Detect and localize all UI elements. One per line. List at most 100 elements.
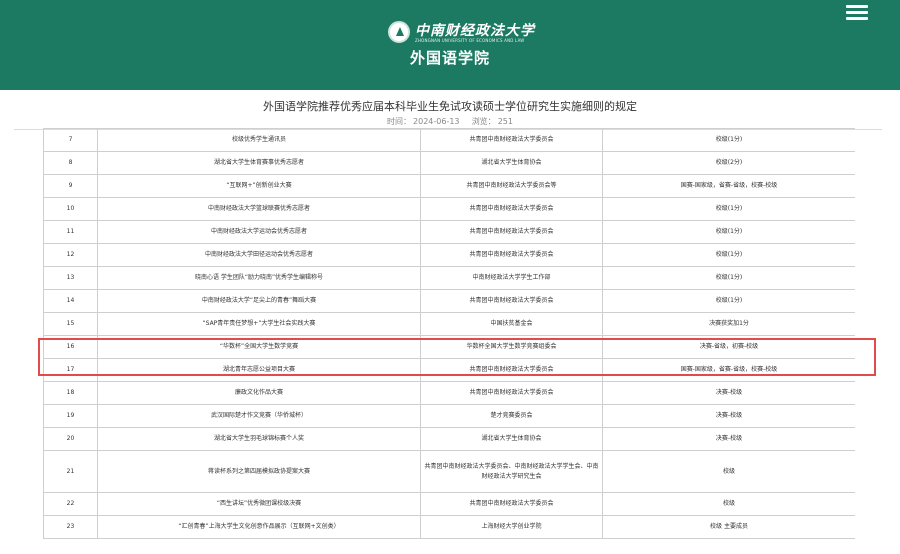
- views-label: 浏览：: [471, 117, 496, 126]
- level-cell: 决赛-校级: [602, 404, 855, 428]
- table-row: 20 湖北省大学生羽毛球锦标赛个人奖 湖北省大学生体育协会 决赛-校级: [43, 427, 855, 451]
- site-header: 中南财经政法大学 ZHONGNAN UNIVERSITY OF ECONOMIC…: [0, 0, 900, 90]
- award-name-cell: 晓南心语 学生团队“励力晓南”优秀学生编辑称号: [97, 266, 421, 290]
- table-row: 19 武汉国际楚才作文竞赛（华侨城杯） 楚才竞赛委员会 决赛-校级: [43, 404, 855, 428]
- level-cell: 决赛-校级: [602, 427, 855, 451]
- table-row: 12 中南财经政法大学田径运动会优秀志愿者 共青团中南财经政法大学委员会 校级(1分): [43, 243, 855, 267]
- organizer-cell: 共青团中南财经政法大学委员会: [420, 358, 603, 382]
- award-name-cell: 湖北省大学生羽毛球锦标赛个人奖: [97, 427, 421, 451]
- award-name-cell: “汇创青春”上海大学生文化创意作品展示（互联网+文创类）: [97, 515, 421, 539]
- organizer-cell: 湖北省大学生体育协会: [420, 427, 603, 451]
- level-cell: 校级(1分): [602, 128, 855, 152]
- row-number-cell: 18: [43, 381, 98, 405]
- row-number-cell: 15: [43, 312, 98, 336]
- table-row: 7 校级优秀学生通讯员 共青团中南财经政法大学委员会 校级(1分): [43, 128, 855, 152]
- awards-table-container[interactable]: 7 校级优秀学生通讯员 共青团中南财经政法大学委员会 校级(1分) 8 湖北省大学生体育赛…: [43, 128, 855, 554]
- organizer-cell: 中南财经政法大学学生工作部: [420, 266, 603, 290]
- university-english-name: ZHONGNAN UNIVERSITY OF ECONOMICS AND LAW: [415, 38, 525, 43]
- level-cell: 校级(2分): [602, 151, 855, 175]
- article-meta: 时间： 2024-06-13 浏览： 251: [0, 116, 900, 127]
- table-row: 11 中南财经政法大学运动会优秀志愿者 共青团中南财经政法大学委员会 校级(1分): [43, 220, 855, 244]
- level-cell: 校级(1分): [602, 289, 855, 313]
- row-number-cell: 13: [43, 266, 98, 290]
- organizer-cell: 共青团中南财经政法大学委员会等: [420, 174, 603, 198]
- award-name-cell: 校级优秀学生通讯员: [97, 128, 421, 152]
- award-name-cell: 湖北青年志愿公益项目大赛: [97, 358, 421, 382]
- college-name: 外国语学院: [409, 49, 490, 67]
- organizer-cell: 湖北省大学生体育协会: [420, 151, 603, 175]
- organizer-cell: 华数杯全国大学生数学竞赛组委会: [420, 335, 603, 359]
- row-number-cell: 12: [43, 243, 98, 267]
- table-row: 9 “互联网+”创新创业大赛 共青团中南财经政法大学委员会等 国赛-国家级，省赛-省级…: [43, 174, 855, 198]
- row-number-cell: 22: [43, 492, 98, 516]
- publish-time: 2024-06-13: [413, 117, 460, 126]
- row-number-cell: 21: [43, 450, 98, 493]
- organizer-cell: 共青团中南财经政法大学委员会: [420, 128, 603, 152]
- awards-table: 7 校级优秀学生通讯员 共青团中南财经政法大学委员会 校级(1分) 8 湖北省大学生体育赛…: [43, 128, 855, 539]
- level-cell: 国赛-国家级，省赛-省级，校赛-校级: [602, 174, 855, 198]
- table-row: 23 “汇创青春”上海大学生文化创意作品展示（互联网+文创类） 上海财经大学创业学院…: [43, 515, 855, 539]
- table-row: 10 中南财经政法大学篮球联赛优秀志愿者 共青团中南财经政法大学委员会 校级(1分): [43, 197, 855, 221]
- row-number-cell: 19: [43, 404, 98, 428]
- award-name-cell: 中南财经政法大学运动会优秀志愿者: [97, 220, 421, 244]
- table-row: 15 “SAP青年责任梦想+”大学生社会实践大赛 中国扶贫基金会 决赛获奖加1分: [43, 312, 855, 336]
- level-cell: 国赛-国家级，省赛-省级，校赛-校级: [602, 358, 855, 382]
- table-row: 8 湖北省大学生体育赛事优秀志愿者 湖北省大学生体育协会 校级(2分): [43, 151, 855, 175]
- university-logo[interactable]: 中南财经政法大学 ZHONGNAN UNIVERSITY OF ECONOMIC…: [388, 21, 548, 47]
- row-number-cell: 23: [43, 515, 98, 539]
- university-emblem-icon: [388, 21, 410, 43]
- organizer-cell: 上海财经大学创业学院: [420, 515, 603, 539]
- organizer-cell: 共青团中南财经政法大学委员会: [420, 243, 603, 267]
- organizer-cell: 楚才竞赛委员会: [420, 404, 603, 428]
- organizer-cell: 共青团中南财经政法大学委员会: [420, 492, 603, 516]
- award-name-cell: 中南财经政法大学田径运动会优秀志愿者: [97, 243, 421, 267]
- table-row: 22 “西生讲坛”优秀微团课校级决赛 共青团中南财经政法大学委员会 校级: [43, 492, 855, 516]
- award-name-cell: 中南财经政法大学篮球联赛优秀志愿者: [97, 197, 421, 221]
- award-name-cell: 蒋读杯系列之第四届模拟政协提案大赛: [97, 450, 421, 493]
- level-cell: 校级(1分): [602, 220, 855, 244]
- level-cell: 决赛获奖加1分: [602, 312, 855, 336]
- organizer-cell: 共青团中南财经政法大学委员会: [420, 220, 603, 244]
- row-number-cell: 11: [43, 220, 98, 244]
- table-row: 16 “华数杯”全国大学生数学竞赛 华数杯全国大学生数学竞赛组委会 决赛-省级，初赛-…: [43, 335, 855, 359]
- level-cell: 校级: [602, 492, 855, 516]
- organizer-cell: 中国扶贫基金会: [420, 312, 603, 336]
- award-name-cell: 湖北省大学生体育赛事优秀志愿者: [97, 151, 421, 175]
- level-cell: 校级 主要成员: [602, 515, 855, 539]
- award-name-cell: “华数杯”全国大学生数学竞赛: [97, 335, 421, 359]
- level-cell: 校级: [602, 450, 855, 493]
- level-cell: 校级(1分): [602, 266, 855, 290]
- row-number-cell: 9: [43, 174, 98, 198]
- award-name-cell: 武汉国际楚才作文竞赛（华侨城杯）: [97, 404, 421, 428]
- award-name-cell: “SAP青年责任梦想+”大学生社会实践大赛: [97, 312, 421, 336]
- time-label: 时间：: [387, 117, 412, 126]
- row-number-cell: 8: [43, 151, 98, 175]
- row-number-cell: 7: [43, 128, 98, 152]
- article-title: 外国语学院推荐优秀应届本科毕业生免试攻读硕士学位研究生实施细则的规定: [263, 100, 637, 113]
- table-row: 13 晓南心语 学生团队“励力晓南”优秀学生编辑称号 中南财经政法大学学生工作部 校级…: [43, 266, 855, 290]
- row-number-cell: 10: [43, 197, 98, 221]
- organizer-cell: 共青团中南财经政法大学委员会: [420, 197, 603, 221]
- row-number-cell: 17: [43, 358, 98, 382]
- award-name-cell: “西生讲坛”优秀微团课校级决赛: [97, 492, 421, 516]
- table-row: 17 湖北青年志愿公益项目大赛 共青团中南财经政法大学委员会 国赛-国家级，省赛-省级…: [43, 358, 855, 382]
- organizer-cell: 共青团中南财经政法大学委员会、中南财经政法大学学生会、中南财经政法大学研究生会: [420, 450, 603, 493]
- row-number-cell: 16: [43, 335, 98, 359]
- level-cell: 校级(1分): [602, 243, 855, 267]
- row-number-cell: 14: [43, 289, 98, 313]
- organizer-cell: 共青团中南财经政法大学委员会: [420, 289, 603, 313]
- award-name-cell: “互联网+”创新创业大赛: [97, 174, 421, 198]
- university-name: 中南财经政法大学: [415, 23, 535, 39]
- award-name-cell: 廉政文化作品大赛: [97, 381, 421, 405]
- view-count: 251: [497, 117, 513, 126]
- table-row: 14 中南财经政法大学“足尖上的青春”舞蹈大赛 共青团中南财经政法大学委员会 校级(1…: [43, 289, 855, 313]
- row-number-cell: 20: [43, 427, 98, 451]
- table-row: 18 廉政文化作品大赛 共青团中南财经政法大学委员会 决赛-校级: [43, 381, 855, 405]
- level-cell: 决赛-校级: [602, 381, 855, 405]
- award-name-cell: 中南财经政法大学“足尖上的青春”舞蹈大赛: [97, 289, 421, 313]
- level-cell: 决赛-省级，初赛-校级: [602, 335, 855, 359]
- organizer-cell: 共青团中南财经政法大学委员会: [420, 381, 603, 405]
- level-cell: 校级(1分): [602, 197, 855, 221]
- hamburger-menu-icon[interactable]: [846, 3, 868, 25]
- table-row: 21 蒋读杯系列之第四届模拟政协提案大赛 共青团中南财经政法大学委员会、中南财经政法…: [43, 450, 855, 493]
